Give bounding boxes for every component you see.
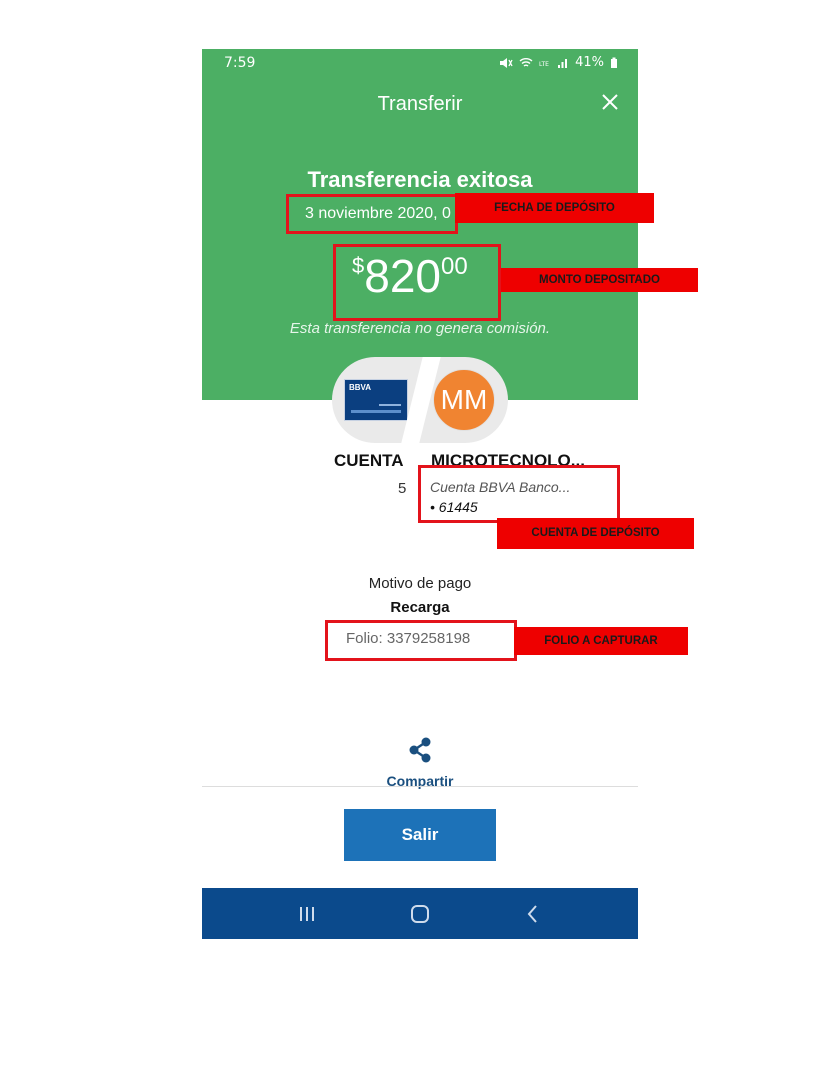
close-icon[interactable] (599, 93, 621, 115)
divider (202, 786, 638, 787)
recent-apps-icon[interactable] (292, 900, 322, 928)
close-icon-glyph (602, 94, 618, 110)
page-title: Transferir (377, 93, 463, 115)
origin-account-label: CUENTA (334, 451, 404, 470)
share-icon[interactable] (406, 735, 434, 765)
wifi-icon (519, 57, 533, 67)
card-stripe (351, 410, 401, 413)
annotation-label-amount: MONTO DEPOSITADO (501, 268, 698, 292)
bbva-card-icon: BBVA (344, 379, 408, 421)
success-heading: Transferencia exitosa (307, 167, 533, 192)
annotation-box-date (286, 194, 458, 234)
share-icon-glyph (409, 737, 431, 763)
annotation-label-account: CUENTA DE DEPÓSITO (497, 518, 694, 549)
back-icon[interactable] (518, 900, 548, 928)
status-bar: 7:59 LTE 41% (202, 49, 638, 77)
motivo-value: Recarga (390, 599, 450, 616)
annotation-label-date: FECHA DE DEPÓSITO (455, 193, 654, 223)
commission-note: Esta transferencia no genera comisión. (289, 320, 551, 337)
exit-button[interactable]: Salir (344, 809, 496, 861)
origin-account-number: 5 (398, 480, 407, 497)
mute-icon (500, 57, 513, 68)
annotation-box-folio (325, 620, 517, 661)
card-brand: BBVA (349, 383, 372, 392)
status-icons: LTE 41% (499, 55, 618, 70)
annotation-box-amount (333, 244, 501, 321)
svg-text:LTE: LTE (539, 61, 549, 68)
annotation-box-account (418, 465, 620, 523)
annotation-label-folio: FOLIO A CAPTURAR (514, 627, 688, 655)
accounts-pill: BBVA MM (332, 357, 508, 443)
signal-icon (558, 58, 568, 68)
home-icon[interactable] (405, 900, 435, 928)
battery-icon (611, 57, 617, 68)
lte-icon: LTE (539, 61, 549, 68)
status-time: 7:59 (224, 55, 256, 71)
card-stripe (379, 404, 401, 406)
android-nav-bar (202, 888, 638, 939)
recipient-avatar: MM (433, 369, 495, 431)
battery-percent: 41% (575, 55, 604, 70)
motivo-label: Motivo de pago (368, 575, 472, 592)
